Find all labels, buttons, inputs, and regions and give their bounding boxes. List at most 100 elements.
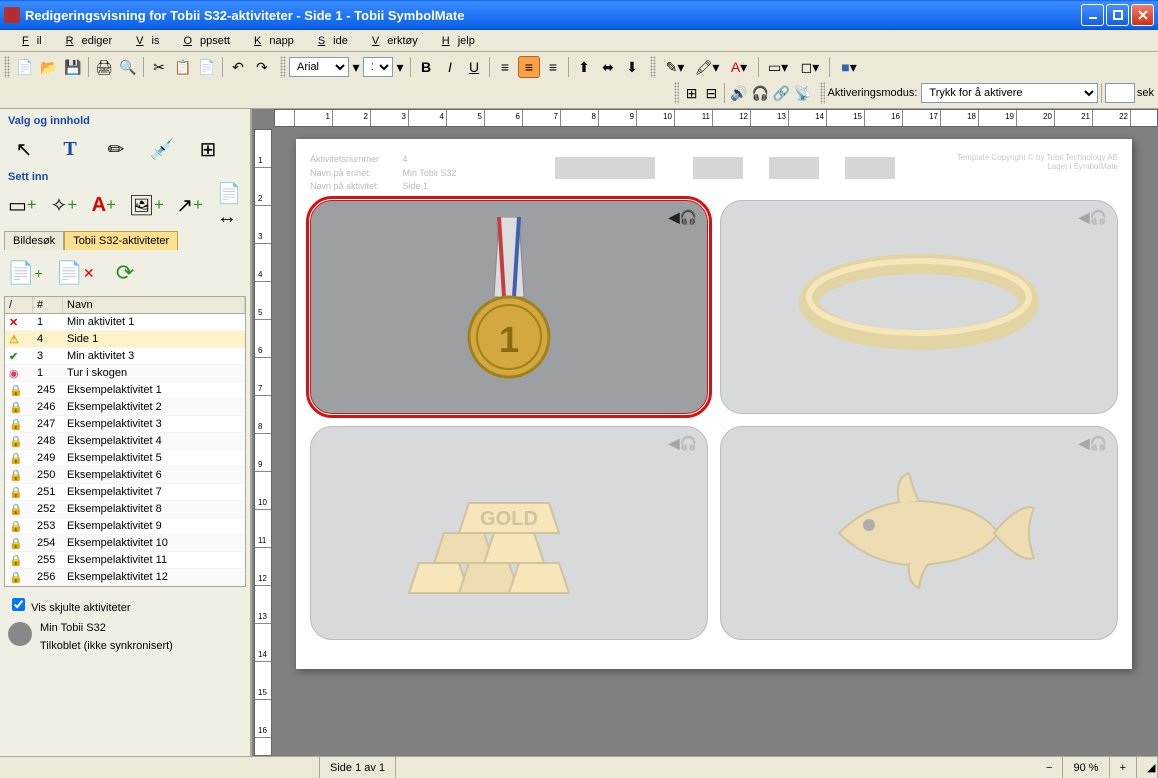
align-top-button[interactable]: ⬆ <box>573 56 595 78</box>
insert-page-tool[interactable]: 📄↔ <box>217 189 242 221</box>
table-row[interactable]: 🔒248Eksempelaktivitet 4 <box>5 433 245 450</box>
pointer-tool[interactable]: ↖ <box>8 133 40 165</box>
align-right-button[interactable]: ≡ <box>542 56 564 78</box>
bold-button[interactable]: B <box>415 56 437 78</box>
table-row[interactable]: ✕1Min aktivitet 1 <box>5 314 245 331</box>
copyright: Template Copyright © by Tobii Technology… <box>957 153 1118 194</box>
menu-tools[interactable]: Verktøy <box>356 33 426 49</box>
maximize-button[interactable] <box>1106 4 1129 26</box>
link-button[interactable]: 🔗 <box>772 82 791 104</box>
align-middle-button[interactable]: ⬌ <box>597 56 619 78</box>
pencil-tool[interactable]: ✏ <box>100 133 132 165</box>
status-icon: 🔒 <box>5 503 33 516</box>
menu-layout[interactable]: Oppsett <box>167 33 238 49</box>
insert-text-tool[interactable]: A+ <box>91 189 116 221</box>
status-icon: 🔒 <box>5 435 33 448</box>
grid-tool[interactable]: ⊞ <box>192 133 224 165</box>
activation-mode-label: Aktiveringsmodus: <box>828 87 918 99</box>
table-row[interactable]: 🔒247Eksempelaktivitet 3 <box>5 416 245 433</box>
tab-activities[interactable]: Tobii S32-aktiviteter <box>64 231 178 250</box>
border-color-button[interactable]: ◻▾ <box>795 56 825 78</box>
font-dropdown-button[interactable]: ▾ <box>350 56 362 78</box>
table-row[interactable]: ⚠4Side 1 <box>5 331 245 348</box>
seconds-input[interactable] <box>1105 83 1135 103</box>
undo-button[interactable]: ↶ <box>227 56 249 78</box>
canvas-area[interactable]: Aktivitetsnummer 4 Navn på enhet: Min To… <box>252 109 1158 756</box>
activity-cell[interactable]: ◀🎧 <box>720 426 1118 640</box>
underline-button[interactable]: U <box>463 56 485 78</box>
print-button[interactable]: 🖨 <box>93 56 115 78</box>
size-dropdown-button[interactable]: ▾ <box>394 56 406 78</box>
table-row[interactable]: ◉1Tur i skogen <box>5 365 245 382</box>
grid-height-button[interactable]: ⊟ <box>703 82 721 104</box>
tab-image-search[interactable]: Bildesøk <box>4 231 64 250</box>
open-button[interactable]: 📂 <box>38 56 60 78</box>
copy-button[interactable]: 📋 <box>172 56 194 78</box>
send-button[interactable]: 📡 <box>793 82 812 104</box>
col-num[interactable]: # <box>33 297 63 313</box>
text-tool[interactable]: T <box>54 133 86 165</box>
menu-help[interactable]: Hjelp <box>426 33 483 49</box>
insert-button-tool[interactable]: ▭+ <box>8 189 37 221</box>
delete-activity-button[interactable]: 📄✕ <box>60 258 90 288</box>
insert-shape-tool[interactable]: ✧+ <box>51 189 78 221</box>
menu-button[interactable]: Knapp <box>238 33 302 49</box>
menu-edit[interactable]: Rediger <box>50 33 121 49</box>
align-center-button[interactable]: ≡ <box>518 56 540 78</box>
table-row[interactable]: 🔒253Eksempelaktivitet 9 <box>5 518 245 535</box>
table-row[interactable]: 🔒252Eksempelaktivitet 8 <box>5 501 245 518</box>
marker-color-button[interactable]: ✎▾ <box>660 56 690 78</box>
speaker-button[interactable]: 🔊 <box>729 82 748 104</box>
new-button[interactable]: 📄 <box>14 56 36 78</box>
table-row[interactable]: 🔒249Eksempelaktivitet 5 <box>5 450 245 467</box>
minimize-button[interactable] <box>1081 4 1104 26</box>
add-activity-button[interactable]: 📄+ <box>10 258 40 288</box>
zoom-in-button[interactable]: + <box>1110 757 1137 778</box>
align-bottom-button[interactable]: ⬇ <box>621 56 643 78</box>
col-name[interactable]: Navn <box>63 297 245 313</box>
show-hidden-checkbox[interactable]: Vis skjulte aktiviteter <box>4 587 246 618</box>
font-size-select[interactable]: 16 <box>363 57 393 77</box>
insert-link-tool[interactable]: ↗+ <box>176 189 203 221</box>
page[interactable]: Aktivitetsnummer 4 Navn på enhet: Min To… <box>296 139 1132 669</box>
font-select[interactable]: Arial <box>289 57 349 77</box>
text-color-button[interactable]: A▾ <box>724 56 754 78</box>
cut-button[interactable]: ✂ <box>148 56 170 78</box>
menu-file[interactable]: Fil <box>6 33 50 49</box>
fill-color-button[interactable]: ■▾ <box>834 56 864 78</box>
zoom-out-button[interactable]: − <box>1036 757 1063 778</box>
headphones-button[interactable]: 🎧 <box>750 82 769 104</box>
table-row[interactable]: 🔒251Eksempelaktivitet 7 <box>5 484 245 501</box>
table-row[interactable]: 🔒255Eksempelaktivitet 11 <box>5 552 245 569</box>
close-button[interactable] <box>1131 4 1154 26</box>
refresh-button[interactable]: ⟳ <box>110 258 140 288</box>
table-row[interactable]: 🔒245Eksempelaktivitet 1 <box>5 382 245 399</box>
col-sort[interactable]: / <box>5 297 33 313</box>
menu-page[interactable]: Side <box>302 33 356 49</box>
preview-button[interactable]: 🔍 <box>117 56 139 78</box>
table-row[interactable]: 🔒246Eksempelaktivitet 2 <box>5 399 245 416</box>
align-left-button[interactable]: ≡ <box>494 56 516 78</box>
activity-cell[interactable]: ◀🎧GOLD <box>310 426 708 640</box>
border-button[interactable]: ▭▾ <box>763 56 793 78</box>
table-row[interactable]: ✔3Min aktivitet 3 <box>5 348 245 365</box>
table-row[interactable]: 🔒254Eksempelaktivitet 10 <box>5 535 245 552</box>
italic-button[interactable]: I <box>439 56 461 78</box>
app-icon <box>4 7 20 23</box>
table-row[interactable]: 🔒256Eksempelaktivitet 12 <box>5 569 245 586</box>
activation-mode-select[interactable]: Trykk for å aktivere <box>921 83 1098 103</box>
activity-cell[interactable]: ◀🎧1 <box>310 200 708 414</box>
highlight-color-button[interactable]: 🖍▾ <box>692 56 722 78</box>
activity-table[interactable]: / # Navn ✕1Min aktivitet 1⚠4Side 1✔3Min … <box>4 296 246 587</box>
table-row[interactable]: 🔒250Eksempelaktivitet 6 <box>5 467 245 484</box>
resize-grip-icon[interactable]: ◢ <box>1137 757 1158 778</box>
menu-view[interactable]: Vis <box>120 33 167 49</box>
insert-image-tool[interactable]: 🖼+ <box>130 189 162 221</box>
activity-cell[interactable]: ◀🎧 <box>720 200 1118 414</box>
grid-width-button[interactable]: ⊞ <box>683 82 701 104</box>
save-button[interactable]: 💾 <box>62 56 84 78</box>
eyedropper-tool[interactable]: 💉 <box>146 133 178 165</box>
ruler-vertical <box>254 129 272 756</box>
redo-button[interactable]: ↷ <box>251 56 273 78</box>
paste-button[interactable]: 📄 <box>196 56 218 78</box>
